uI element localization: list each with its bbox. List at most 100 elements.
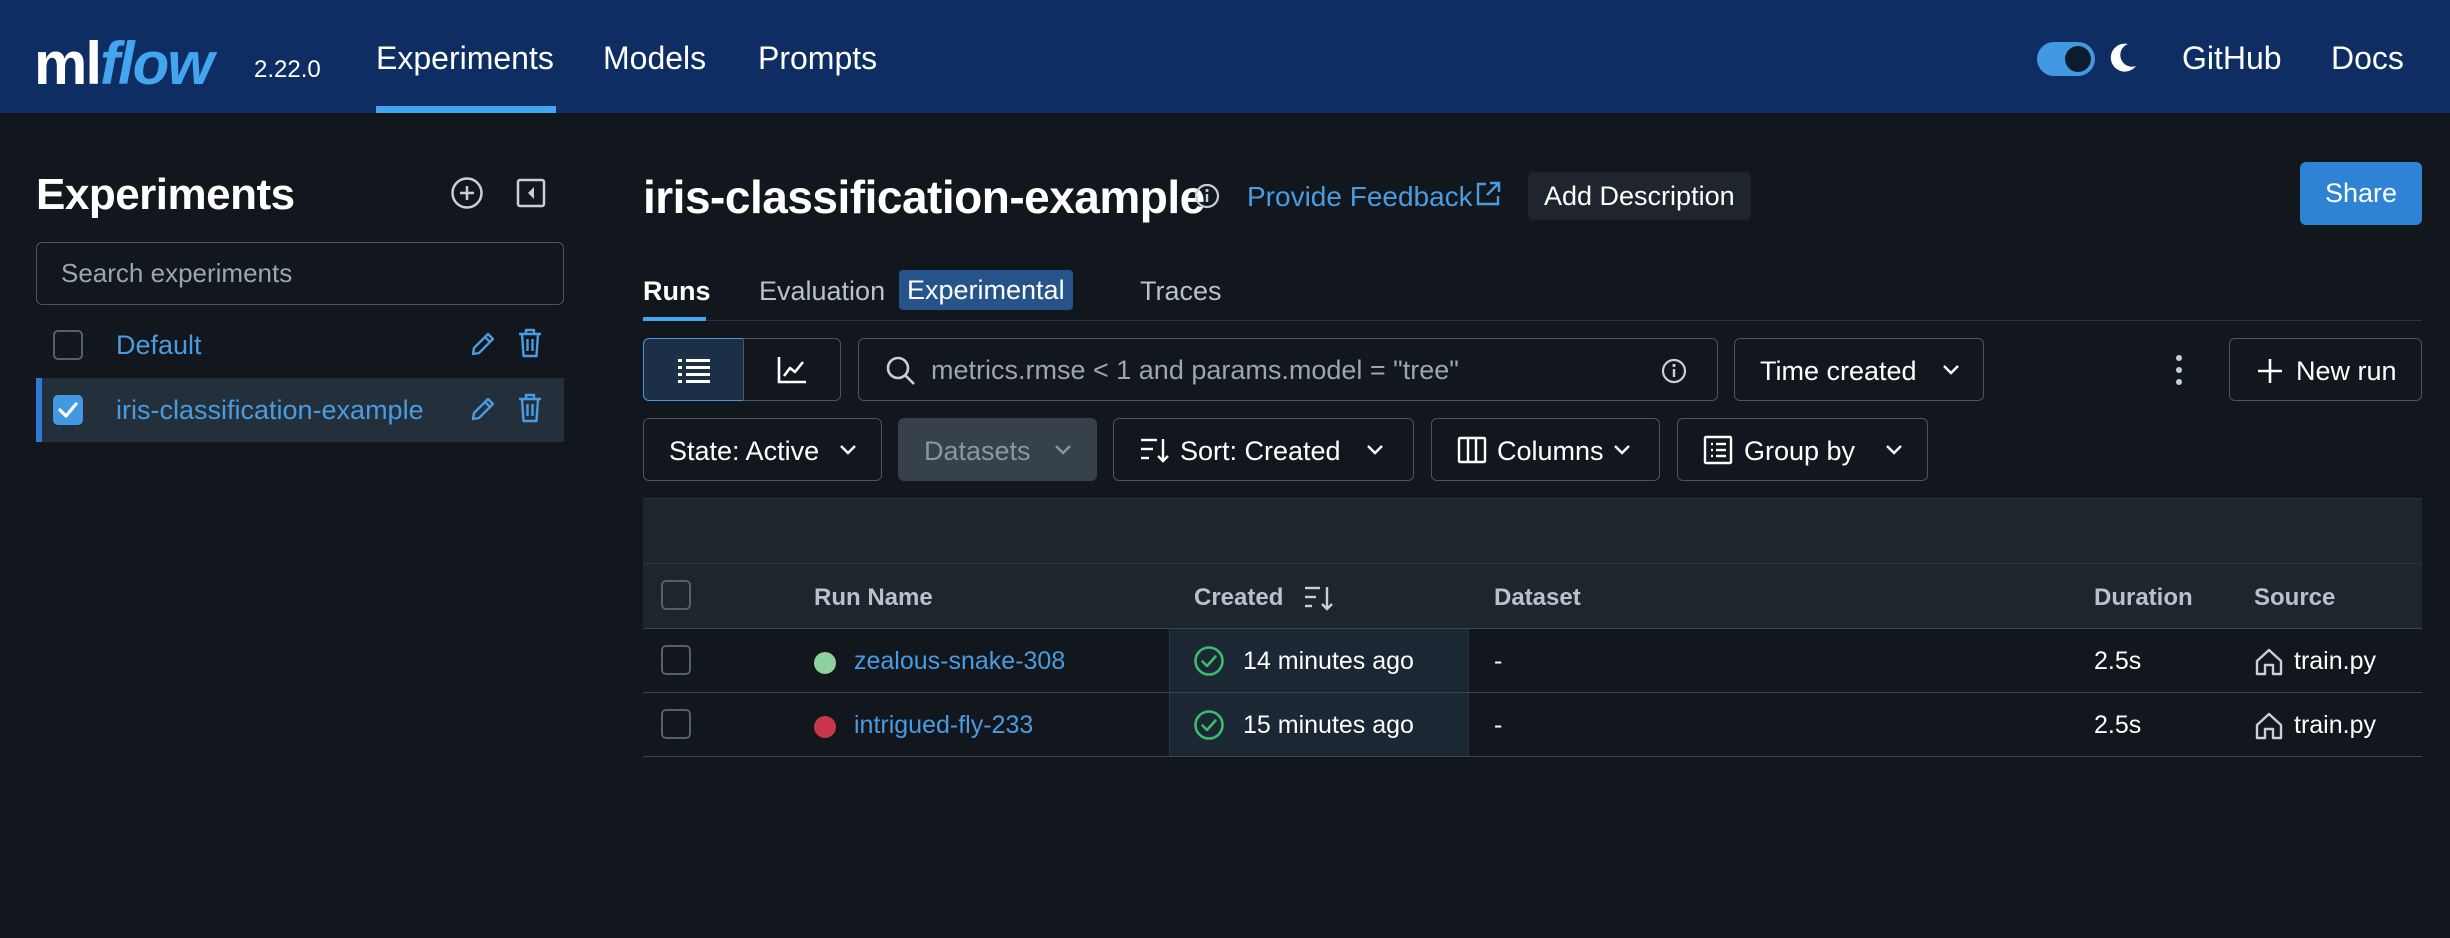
table-view-button[interactable] <box>643 338 744 401</box>
page-title: iris-classification-example <box>643 171 1205 223</box>
chart-view-button[interactable] <box>743 338 841 401</box>
chevron-down-icon <box>1614 445 1630 455</box>
logo-flow-text: flow <box>100 30 214 97</box>
pencil-icon <box>471 332 495 356</box>
experiment-checkbox[interactable] <box>53 330 83 360</box>
chevron-down-icon <box>1943 365 1959 375</box>
tab-active-indicator <box>643 317 706 321</box>
duration-value: 2.5s <box>2094 647 2142 675</box>
dark-mode-toggle[interactable] <box>2037 42 2095 76</box>
status-success-icon <box>1193 709 1225 741</box>
row-checkbox[interactable] <box>661 709 691 739</box>
datasets-label: Datasets <box>924 436 1031 466</box>
created-value: 14 minutes ago <box>1243 647 1414 675</box>
chevron-down-icon <box>840 445 856 455</box>
run-color-dot[interactable] <box>814 716 836 738</box>
table-row[interactable]: intrigued-fly-233 15 minutes ago - 2.5s … <box>643 693 2422 757</box>
github-link[interactable]: GitHub <box>2182 40 2282 77</box>
run-name-link[interactable]: zealous-snake-308 <box>854 647 1065 676</box>
sidebar-title: Experiments <box>36 170 295 219</box>
delete-experiment-button[interactable] <box>516 392 544 424</box>
columns-dropdown[interactable]: Columns <box>1431 418 1660 481</box>
table-header-row: Run Name Created Dataset Duration Source <box>643 563 2422 629</box>
sort-dropdown[interactable]: Sort: Created <box>1113 418 1414 481</box>
nav-models[interactable]: Models <box>603 40 706 77</box>
list-view-icon <box>677 358 710 383</box>
table-row[interactable]: zealous-snake-308 14 minutes ago - 2.5s … <box>643 629 2422 693</box>
provide-feedback-link[interactable]: Provide Feedback <box>1247 181 1473 213</box>
nav-prompts[interactable]: Prompts <box>758 40 877 77</box>
state-label: State: Active <box>669 436 820 466</box>
toggle-knob <box>2065 46 2091 72</box>
checkmark-icon <box>58 402 78 418</box>
line-chart-icon <box>777 356 806 383</box>
column-header-run-name[interactable]: Run Name <box>814 584 933 612</box>
source-home-icon <box>2254 711 2284 741</box>
edit-experiment-button[interactable] <box>468 394 498 424</box>
trash-icon <box>519 328 541 358</box>
run-color-dot[interactable] <box>814 652 836 674</box>
logo-ml-text: ml <box>34 30 102 97</box>
dataset-value: - <box>1494 647 1503 675</box>
mlflow-logo[interactable]: ml flow <box>34 14 214 97</box>
trash-icon <box>519 393 541 423</box>
filter-info-icon[interactable] <box>1661 358 1687 384</box>
column-header-source[interactable]: Source <box>2254 584 2335 612</box>
experiment-item-iris-classification-example[interactable]: iris-classification-example <box>36 378 564 442</box>
experiment-checkbox[interactable] <box>53 395 83 425</box>
external-link-icon[interactable] <box>1474 180 1502 208</box>
new-run-button[interactable]: New run <box>2229 338 2422 401</box>
time-created-label: Time created <box>1760 356 1917 386</box>
run-filter-input[interactable] <box>931 349 1651 391</box>
nav-active-indicator <box>376 106 556 113</box>
column-header-dataset[interactable]: Dataset <box>1494 584 1581 612</box>
chevron-down-icon <box>1367 445 1383 455</box>
state-filter-dropdown[interactable]: State: Active <box>643 418 882 481</box>
duration-value: 2.5s <box>2094 711 2142 739</box>
experiment-item-label[interactable]: iris-classification-example <box>116 395 424 426</box>
collapse-sidebar-button[interactable] <box>516 178 546 208</box>
datasets-dropdown[interactable]: Datasets <box>898 418 1097 481</box>
column-header-created[interactable]: Created <box>1194 584 1283 612</box>
tab-runs[interactable]: Runs <box>643 276 711 307</box>
created-value: 15 minutes ago <box>1243 711 1414 739</box>
docs-link[interactable]: Docs <box>2331 40 2404 77</box>
experimental-badge: Experimental <box>899 270 1073 310</box>
search-experiments-input[interactable] <box>36 242 564 305</box>
add-description-button[interactable]: Add Description <box>1528 172 1751 220</box>
moon-icon <box>2108 42 2138 74</box>
share-button[interactable]: Share <box>2300 162 2422 225</box>
run-name-link[interactable]: intrigued-fly-233 <box>854 711 1033 740</box>
columns-icon <box>1457 436 1487 464</box>
tab-evaluation[interactable]: Evaluation <box>759 276 885 307</box>
columns-label: Columns <box>1497 436 1604 466</box>
edit-experiment-button[interactable] <box>468 329 498 359</box>
sort-descending-icon[interactable] <box>1303 584 1335 612</box>
delete-experiment-button[interactable] <box>516 327 544 359</box>
table-group-header <box>643 498 2422 563</box>
time-created-dropdown[interactable]: Time created <box>1734 338 1984 401</box>
tab-traces[interactable]: Traces <box>1140 276 1222 307</box>
sort-icon <box>1141 438 1169 463</box>
nav-experiments[interactable]: Experiments <box>376 40 554 77</box>
more-options-button[interactable] <box>2172 352 2186 388</box>
experiment-item-label[interactable]: Default <box>116 330 202 361</box>
tabs-divider <box>643 320 2422 321</box>
experiment-item-default[interactable]: Default <box>36 313 564 377</box>
run-filter-search[interactable] <box>858 338 1718 401</box>
chevron-down-icon <box>1886 445 1902 455</box>
source-value[interactable]: train.py <box>2294 711 2376 740</box>
version-label: 2.22.0 <box>254 56 321 83</box>
chevron-down-icon <box>1055 445 1071 455</box>
source-value[interactable]: train.py <box>2294 647 2376 676</box>
row-checkbox[interactable] <box>661 645 691 675</box>
group-by-dropdown[interactable]: Group by <box>1677 418 1928 481</box>
column-header-duration[interactable]: Duration <box>2094 584 2193 612</box>
group-by-label: Group by <box>1744 436 1856 466</box>
select-all-checkbox[interactable] <box>661 580 691 610</box>
collapse-panel-icon <box>516 178 546 208</box>
group-by-icon <box>1703 435 1733 465</box>
info-icon[interactable] <box>1194 183 1220 209</box>
create-experiment-button[interactable] <box>450 176 484 210</box>
top-navigation-bar: ml flow 2.22.0 Experiments Models Prompts… <box>0 0 2450 113</box>
